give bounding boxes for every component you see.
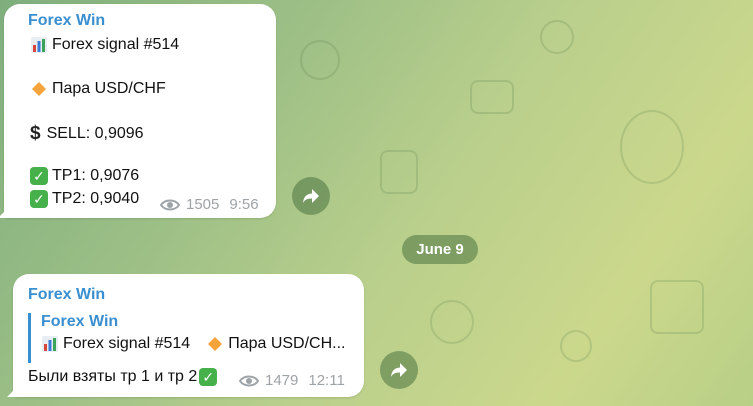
wallpaper-doodle <box>430 300 474 344</box>
check-icon: ✓ <box>30 167 48 185</box>
orange-diamond-icon <box>32 82 46 96</box>
eye-icon <box>160 199 180 210</box>
wallpaper-doodle <box>470 80 514 114</box>
signal-line: Forex signal #514 <box>30 36 179 54</box>
orange-diamond-icon <box>208 337 223 351</box>
forward-button[interactable] <box>380 351 418 389</box>
date-separator: June 9 <box>402 235 478 264</box>
dollar-icon: $ <box>30 123 41 144</box>
chart-icon <box>42 336 58 352</box>
wallpaper-doodle <box>620 110 684 184</box>
quote-pair: Пара USD/CH... <box>228 335 346 352</box>
pair-line: Пара USD/CHF <box>30 80 166 98</box>
eye-icon <box>239 375 259 386</box>
message-time: 9:56 <box>229 196 259 213</box>
view-count: 1479 <box>265 372 299 389</box>
tp1-text: TP1: 0,9076 <box>52 167 140 184</box>
signal-text: Forex signal #514 <box>52 36 180 53</box>
chart-icon <box>31 37 47 53</box>
message-text-content: Были взяты тр 1 и тр 2 <box>28 368 198 385</box>
forward-icon <box>391 363 407 377</box>
quote-signal: Forex signal #514 <box>63 335 191 352</box>
pair-text: Пара USD/CHF <box>52 80 166 97</box>
message-text: Были взяты тр 1 и тр 2 ✓ <box>28 368 221 386</box>
check-icon: ✓ <box>30 190 48 208</box>
sell-text: SELL: 0,9096 <box>46 125 144 142</box>
quote-text: Forex signal #514 Пара USD/CH... <box>41 335 346 353</box>
wallpaper-doodle <box>650 280 704 334</box>
bubble-tail <box>7 385 19 397</box>
tp2-line: ✓ TP2: 0,9040 <box>30 190 139 208</box>
wallpaper-doodle <box>560 330 592 362</box>
message-meta: 1479 12:11 <box>239 372 345 389</box>
message-sender[interactable]: Forex Win <box>28 12 105 30</box>
tp2-text: TP2: 0,9040 <box>52 190 140 207</box>
view-count: 1505 <box>186 196 220 213</box>
reply-quote[interactable]: Forex Win Forex signal #514 Пара USD/CH.… <box>28 313 350 363</box>
forward-button[interactable] <box>292 177 330 215</box>
wallpaper-doodle <box>380 150 418 194</box>
tp1-line: ✓ TP1: 0,9076 <box>30 167 139 185</box>
sell-line: $ SELL: 0,9096 <box>30 123 144 145</box>
message-bubble[interactable]: Forex Win Forex signal #514 Пара USD/CHF… <box>0 4 276 218</box>
message-time: 12:11 <box>308 372 345 389</box>
forward-icon <box>303 189 319 203</box>
wallpaper-doodle <box>540 20 574 54</box>
message-meta: 1505 9:56 <box>160 196 259 213</box>
quote-sender: Forex Win <box>41 313 119 330</box>
wallpaper-doodle <box>300 40 340 80</box>
message-sender[interactable]: Forex Win <box>28 286 105 304</box>
bubble-tail <box>0 206 10 218</box>
check-icon: ✓ <box>199 368 218 386</box>
